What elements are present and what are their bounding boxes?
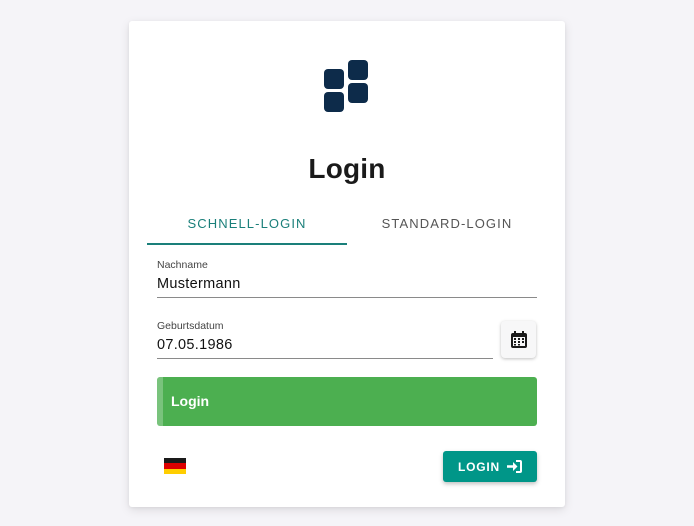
tab-standard-login[interactable]: STANDARD-LOGIN bbox=[347, 207, 547, 245]
calendar-icon bbox=[510, 331, 527, 348]
lastname-label: Nachname bbox=[157, 259, 208, 271]
birthdate-input[interactable] bbox=[157, 335, 493, 359]
login-button[interactable]: LOGIN bbox=[443, 451, 537, 482]
login-tabs: SCHNELL-LOGIN STANDARD-LOGIN bbox=[147, 207, 547, 245]
login-button-label: LOGIN bbox=[458, 459, 500, 474]
login-card: Login SCHNELL-LOGIN STANDARD-LOGIN Nachn… bbox=[129, 21, 565, 507]
quick-login-button[interactable]: Login bbox=[157, 377, 537, 426]
lastname-field: Nachname bbox=[157, 259, 537, 298]
app-logo-icon bbox=[324, 60, 368, 112]
quick-login-label: Login bbox=[171, 393, 210, 409]
german-flag-icon[interactable] bbox=[164, 458, 186, 474]
tab-schnell-login[interactable]: SCHNELL-LOGIN bbox=[147, 207, 347, 245]
calendar-button[interactable] bbox=[501, 321, 536, 358]
birthdate-field: Geburtsdatum bbox=[157, 320, 493, 359]
birthdate-label: Geburtsdatum bbox=[157, 320, 224, 332]
page-title: Login bbox=[308, 153, 386, 184]
sign-in-icon bbox=[507, 460, 522, 473]
lastname-input[interactable] bbox=[157, 274, 537, 298]
